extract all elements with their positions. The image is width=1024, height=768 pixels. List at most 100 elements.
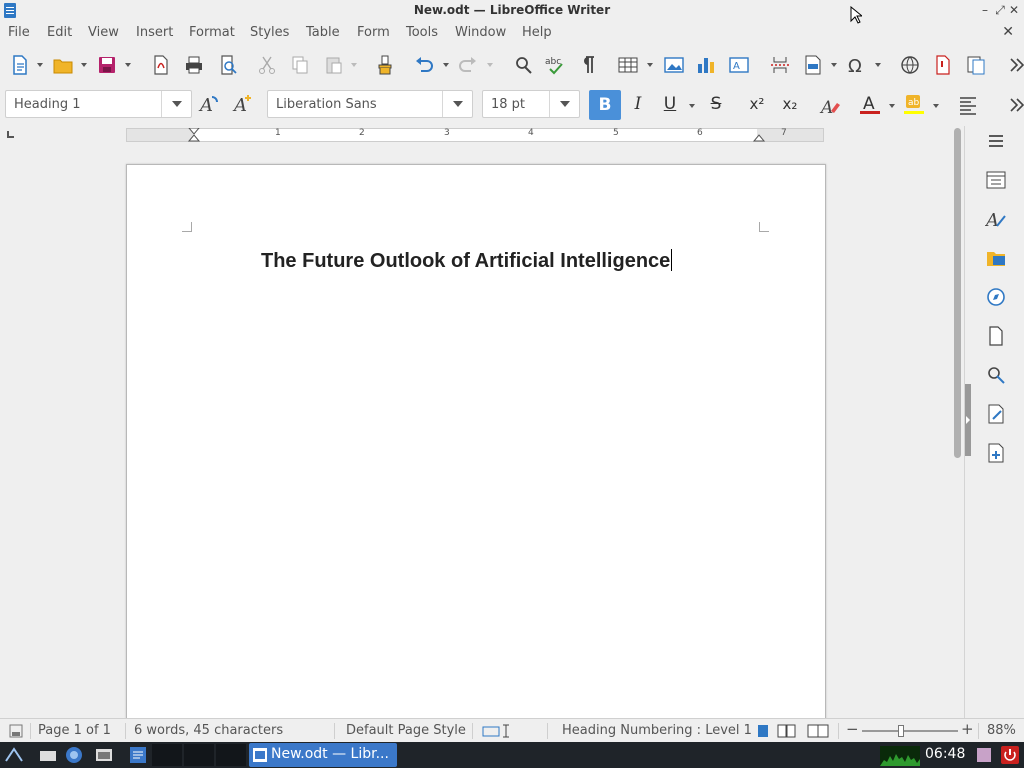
- menu-form[interactable]: Form: [357, 25, 390, 40]
- scrollbar-thumb[interactable]: [954, 128, 961, 458]
- word-count[interactable]: 6 words, 45 characters: [134, 723, 283, 738]
- terminal-icon[interactable]: [38, 745, 58, 765]
- browser-icon[interactable]: [64, 745, 84, 765]
- chevron-down-icon[interactable]: [161, 91, 191, 117]
- menu-tools[interactable]: Tools: [406, 25, 438, 40]
- formatting-marks-icon[interactable]: [576, 53, 600, 77]
- spelling-icon[interactable]: abc: [543, 53, 567, 77]
- paste-dropdown[interactable]: [350, 53, 358, 77]
- clock[interactable]: 06:48: [925, 746, 965, 762]
- italic-button[interactable]: I: [623, 92, 653, 116]
- page-style[interactable]: Default Page Style: [346, 723, 466, 738]
- special-character-icon[interactable]: Ω: [845, 53, 869, 77]
- menu-format[interactable]: Format: [189, 25, 235, 40]
- left-indent-marker[interactable]: [188, 128, 200, 142]
- highlight-dropdown[interactable]: [932, 94, 940, 118]
- close-document-icon[interactable]: ✕: [1002, 24, 1014, 40]
- new-style-icon[interactable]: A: [231, 92, 255, 116]
- zoom-level[interactable]: 88%: [987, 723, 1016, 738]
- page-icon[interactable]: [985, 325, 1007, 347]
- table-dropdown[interactable]: [646, 53, 654, 77]
- paste-icon[interactable]: [322, 53, 346, 77]
- bold-button[interactable]: B: [589, 90, 621, 120]
- workspace-3[interactable]: [216, 744, 246, 766]
- zoom-in-icon[interactable]: +: [961, 720, 974, 738]
- right-indent-marker[interactable]: [753, 134, 765, 142]
- view-layout-icon[interactable]: [756, 724, 834, 738]
- align-left-icon[interactable]: [956, 93, 980, 117]
- writer-launcher-icon[interactable]: [128, 745, 148, 765]
- menu-insert[interactable]: Insert: [136, 25, 173, 40]
- open-folder-icon[interactable]: [51, 53, 75, 77]
- document-heading[interactable]: The Future Outlook of Artificial Intelli…: [261, 249, 673, 273]
- new-document-icon[interactable]: [8, 53, 32, 77]
- insert-hyperlink-icon[interactable]: [898, 53, 922, 77]
- document-modified-icon[interactable]: [8, 723, 24, 739]
- user-icon[interactable]: [974, 745, 994, 765]
- design-icon[interactable]: [985, 442, 1007, 464]
- manage-changes-icon[interactable]: [985, 403, 1007, 425]
- undo-dropdown[interactable]: [442, 53, 450, 77]
- field-dropdown[interactable]: [830, 53, 838, 77]
- export-pdf-icon[interactable]: [149, 53, 173, 77]
- navigator-icon[interactable]: [985, 286, 1007, 308]
- font-name-combo[interactable]: Liberation Sans: [267, 90, 473, 118]
- menu-help[interactable]: Help: [522, 25, 552, 40]
- save-icon[interactable]: [95, 53, 119, 77]
- redo-icon[interactable]: [456, 53, 480, 77]
- tab-stop-selector[interactable]: [7, 131, 14, 138]
- properties-icon[interactable]: [985, 169, 1007, 191]
- zoom-out-icon[interactable]: −: [846, 720, 859, 738]
- insert-field-icon[interactable]: [801, 53, 825, 77]
- underline-button[interactable]: U: [655, 92, 685, 116]
- insert-chart-icon[interactable]: [694, 53, 718, 77]
- clone-formatting-icon[interactable]: [373, 53, 397, 77]
- insert-page-break-icon[interactable]: [768, 53, 792, 77]
- underline-dropdown[interactable]: [688, 94, 696, 118]
- strikethrough-button[interactable]: S: [701, 92, 731, 116]
- power-icon[interactable]: [1000, 745, 1020, 765]
- insert-mode-icon[interactable]: [482, 724, 516, 738]
- cut-icon[interactable]: [255, 53, 279, 77]
- chevron-down-icon[interactable]: [549, 91, 579, 117]
- writer-task-button[interactable]: New.odt — Libr...: [249, 743, 397, 767]
- special-character-dropdown[interactable]: [874, 53, 882, 77]
- formatting-overflow-icon[interactable]: [1004, 93, 1024, 117]
- zoom-slider-thumb[interactable]: [898, 725, 904, 737]
- insert-comment-icon[interactable]: [964, 53, 988, 77]
- menu-table[interactable]: Table: [306, 25, 340, 40]
- menu-edit[interactable]: Edit: [47, 25, 72, 40]
- workspace-1[interactable]: [152, 744, 182, 766]
- print-preview-icon[interactable]: [216, 53, 240, 77]
- document-page[interactable]: The Future Outlook of Artificial Intelli…: [126, 164, 826, 734]
- menu-styles[interactable]: Styles: [250, 25, 289, 40]
- page-count[interactable]: Page 1 of 1: [38, 723, 111, 738]
- minimize-icon[interactable]: –: [978, 3, 992, 17]
- save-dropdown[interactable]: [124, 53, 132, 77]
- close-icon[interactable]: ✕: [1007, 3, 1021, 17]
- print-icon[interactable]: [182, 53, 206, 77]
- style-inspector-icon[interactable]: [985, 364, 1007, 386]
- font-size-combo[interactable]: 18 pt: [482, 90, 580, 118]
- menu-file[interactable]: File: [8, 25, 30, 40]
- insert-footnote-icon[interactable]: [931, 53, 955, 77]
- sidebar-collapse-handle[interactable]: [965, 384, 971, 456]
- toolbar-overflow-icon[interactable]: [1004, 53, 1024, 77]
- workspace-2[interactable]: [184, 744, 214, 766]
- font-color-icon[interactable]: A: [858, 92, 882, 116]
- superscript-button[interactable]: x²: [742, 92, 772, 116]
- menu-view[interactable]: View: [88, 25, 119, 40]
- gallery-icon[interactable]: [985, 247, 1007, 269]
- sidebar-menu-icon[interactable]: [985, 130, 1007, 152]
- chevron-down-icon[interactable]: [442, 91, 472, 117]
- maximize-icon[interactable]: ⤢: [993, 3, 1007, 17]
- styles-icon[interactable]: A: [985, 208, 1007, 230]
- undo-icon[interactable]: [412, 53, 436, 77]
- find-replace-icon[interactable]: [511, 53, 535, 77]
- clear-formatting-icon[interactable]: A: [818, 94, 842, 118]
- vertical-scrollbar[interactable]: [952, 126, 963, 718]
- insert-textbox-icon[interactable]: A: [727, 53, 751, 77]
- insert-image-icon[interactable]: [662, 53, 686, 77]
- update-style-icon[interactable]: A: [197, 92, 221, 116]
- new-dropdown[interactable]: [36, 53, 44, 77]
